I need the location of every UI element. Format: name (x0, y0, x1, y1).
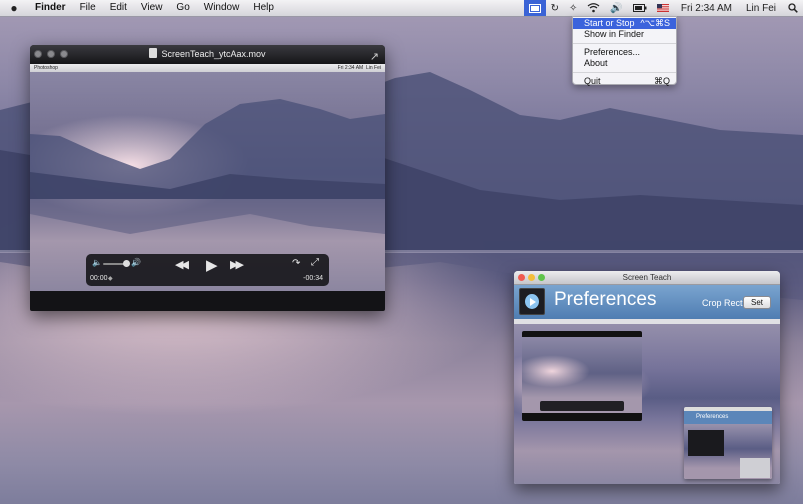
menubar-user[interactable]: Lin Fei (746, 0, 776, 16)
volume-icon[interactable]: 🔊 (610, 0, 622, 16)
prefs-header: Preferences Crop Rect: Set (514, 285, 780, 319)
recorded-user: Lin Fei (365, 65, 381, 71)
menu-item-label: Show in Finder (584, 29, 645, 39)
zoom-button[interactable] (60, 50, 68, 58)
screen-teach-menu: Start or Stop ^⌥⌘S Show in Finder Prefer… (572, 16, 677, 87)
document-icon (149, 48, 158, 58)
preview-prefs-body (684, 424, 772, 479)
playhead[interactable]: ◆ (108, 275, 113, 282)
menu-help[interactable]: Help (246, 0, 281, 16)
rewind-icon[interactable]: ◀◀ (175, 258, 189, 271)
menu-item-shortcut: ⌘Q (653, 76, 670, 86)
menu-go[interactable]: Go (169, 0, 196, 16)
time-machine-icon[interactable]: ↻ (551, 0, 559, 16)
menu-edit[interactable]: Edit (103, 0, 134, 16)
menu-item-start-stop[interactable]: Start or Stop ^⌥⌘S (573, 18, 676, 29)
movie-player-window: ScreenTeach_ytcAax.mov ↗ Photoshop Fri 2… (30, 45, 385, 311)
menu-item-label: Quit (584, 76, 601, 86)
recorded-clock: Fri 2:34 AM (337, 65, 364, 71)
current-time: 00:00 (90, 275, 108, 282)
screen-teach-icon[interactable] (523, 0, 546, 16)
player-titlebar[interactable]: ScreenTeach_ytcAax.mov ↗ (30, 45, 385, 64)
menu-bar: ● Finder File Edit View Go Window Help ↻… (0, 0, 803, 17)
screen-teach-preferences-window: Screen Teach Preferences Crop Rect: Set … (514, 271, 780, 484)
menu-app-name[interactable]: Finder (28, 0, 73, 16)
bluetooth-icon[interactable]: ✧ (569, 0, 577, 16)
set-crop-button[interactable]: Set (743, 296, 771, 309)
menu-item-label: About (584, 58, 608, 68)
prefs-window-title: Screen Teach (622, 273, 672, 282)
menu-separator (573, 43, 676, 44)
close-button[interactable] (34, 50, 42, 58)
menu-item-quit[interactable]: Quit ⌘Q (573, 76, 676, 87)
menu-item-about[interactable]: About (573, 58, 676, 69)
volume-slider-knob[interactable] (123, 260, 130, 267)
volume-low-icon: 🔈 (92, 258, 102, 267)
remaining-time: -00:34 (303, 275, 323, 282)
apple-icon[interactable]: ● (0, 0, 28, 16)
spotlight-search-icon[interactable] (788, 0, 798, 16)
minimize-button[interactable] (528, 274, 535, 281)
preview-player-window (522, 331, 642, 421)
menu-item-label: Start or Stop (584, 18, 635, 28)
prefs-heading: Preferences (554, 289, 657, 310)
status-area: ↻ ✧ 🔊 Fri 2:34 AM Lin Fei (523, 0, 803, 16)
preview-prefs-window: Preferences (684, 407, 772, 479)
expand-icon[interactable]: ⤢ (311, 257, 319, 268)
minimize-button[interactable] (47, 50, 55, 58)
share-icon[interactable]: ↷ (292, 258, 300, 269)
menu-item-show-in-finder[interactable]: Show in Finder (573, 29, 676, 40)
play-icon[interactable]: ▶ (206, 256, 218, 274)
volume-high-icon: 🔊 (131, 258, 141, 267)
menu-view[interactable]: View (134, 0, 170, 16)
preview-nested-player (688, 430, 724, 456)
menu-item-preferences[interactable]: Preferences... (573, 47, 676, 58)
menu-window[interactable]: Window (197, 0, 247, 16)
wifi-icon[interactable] (587, 0, 600, 16)
menu-item-shortcut: ^⌥⌘S (640, 18, 670, 28)
player-title: ScreenTeach_ytcAax.mov (161, 49, 266, 59)
crop-rect-label: Crop Rect: (702, 298, 746, 308)
window-controls (34, 50, 68, 58)
recorded-menubar: Photoshop Fri 2:34 AM Lin Fei (30, 64, 385, 72)
close-button[interactable] (518, 274, 525, 281)
preview-prefs-header: Preferences (684, 411, 772, 424)
screen-teach-app-icon (519, 288, 545, 315)
menubar-clock[interactable]: Fri 2:34 AM (681, 0, 732, 16)
preview-menubar (514, 319, 780, 324)
preview-controller (540, 401, 624, 411)
battery-icon[interactable] (632, 0, 647, 16)
window-controls (518, 274, 545, 281)
zoom-button[interactable] (538, 274, 545, 281)
us-flag-icon[interactable] (656, 0, 669, 16)
menu-file[interactable]: File (73, 0, 103, 16)
menu-separator (573, 72, 676, 73)
crop-preview[interactable]: Preferences (514, 319, 780, 484)
preview-nested-prefs (740, 458, 770, 478)
fast-forward-icon[interactable]: ▶▶ (230, 258, 244, 271)
prefs-titlebar[interactable]: Screen Teach (514, 271, 780, 285)
recorded-app-name: Photoshop (34, 65, 58, 71)
menu-item-label: Preferences... (584, 47, 641, 57)
playback-controller: 🔈 🔊 ◀◀ ▶ ▶▶ ↷ ⤢ 00:00 ◆ -00:34 (86, 254, 329, 286)
